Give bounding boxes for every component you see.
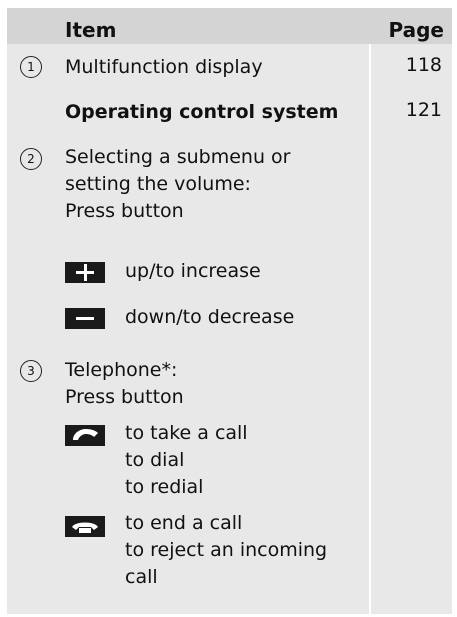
row-text: Multifunction display <box>65 56 263 78</box>
page-number: 118 <box>405 54 442 76</box>
phone-end-icon <box>65 516 105 537</box>
phone-call-icon <box>65 425 105 446</box>
minus-icon <box>65 308 105 329</box>
callout-number: 3 <box>20 360 42 382</box>
row-text: down/to decrease <box>125 306 295 328</box>
table-header: Item Page <box>7 8 452 44</box>
callout-number: 1 <box>20 56 42 78</box>
page-number: 121 <box>405 99 442 121</box>
row-text: Telephone*: Press button <box>65 359 184 408</box>
plus-icon <box>65 262 105 283</box>
row-text: Operating control system <box>65 101 339 123</box>
header-item: Item <box>65 18 117 42</box>
column-divider <box>369 44 371 614</box>
row-text: Selecting a submenu or setting the volum… <box>65 146 291 222</box>
item-page-table: Item Page 1 Multifunction display 118 Op… <box>7 8 452 614</box>
callout-number: 2 <box>20 148 42 170</box>
header-page: Page <box>388 18 445 42</box>
row-text: to take a call to dial to redial <box>125 422 248 498</box>
row-text: to end a call to reject an incoming call <box>125 512 328 588</box>
row-text: up/to increase <box>125 260 261 282</box>
